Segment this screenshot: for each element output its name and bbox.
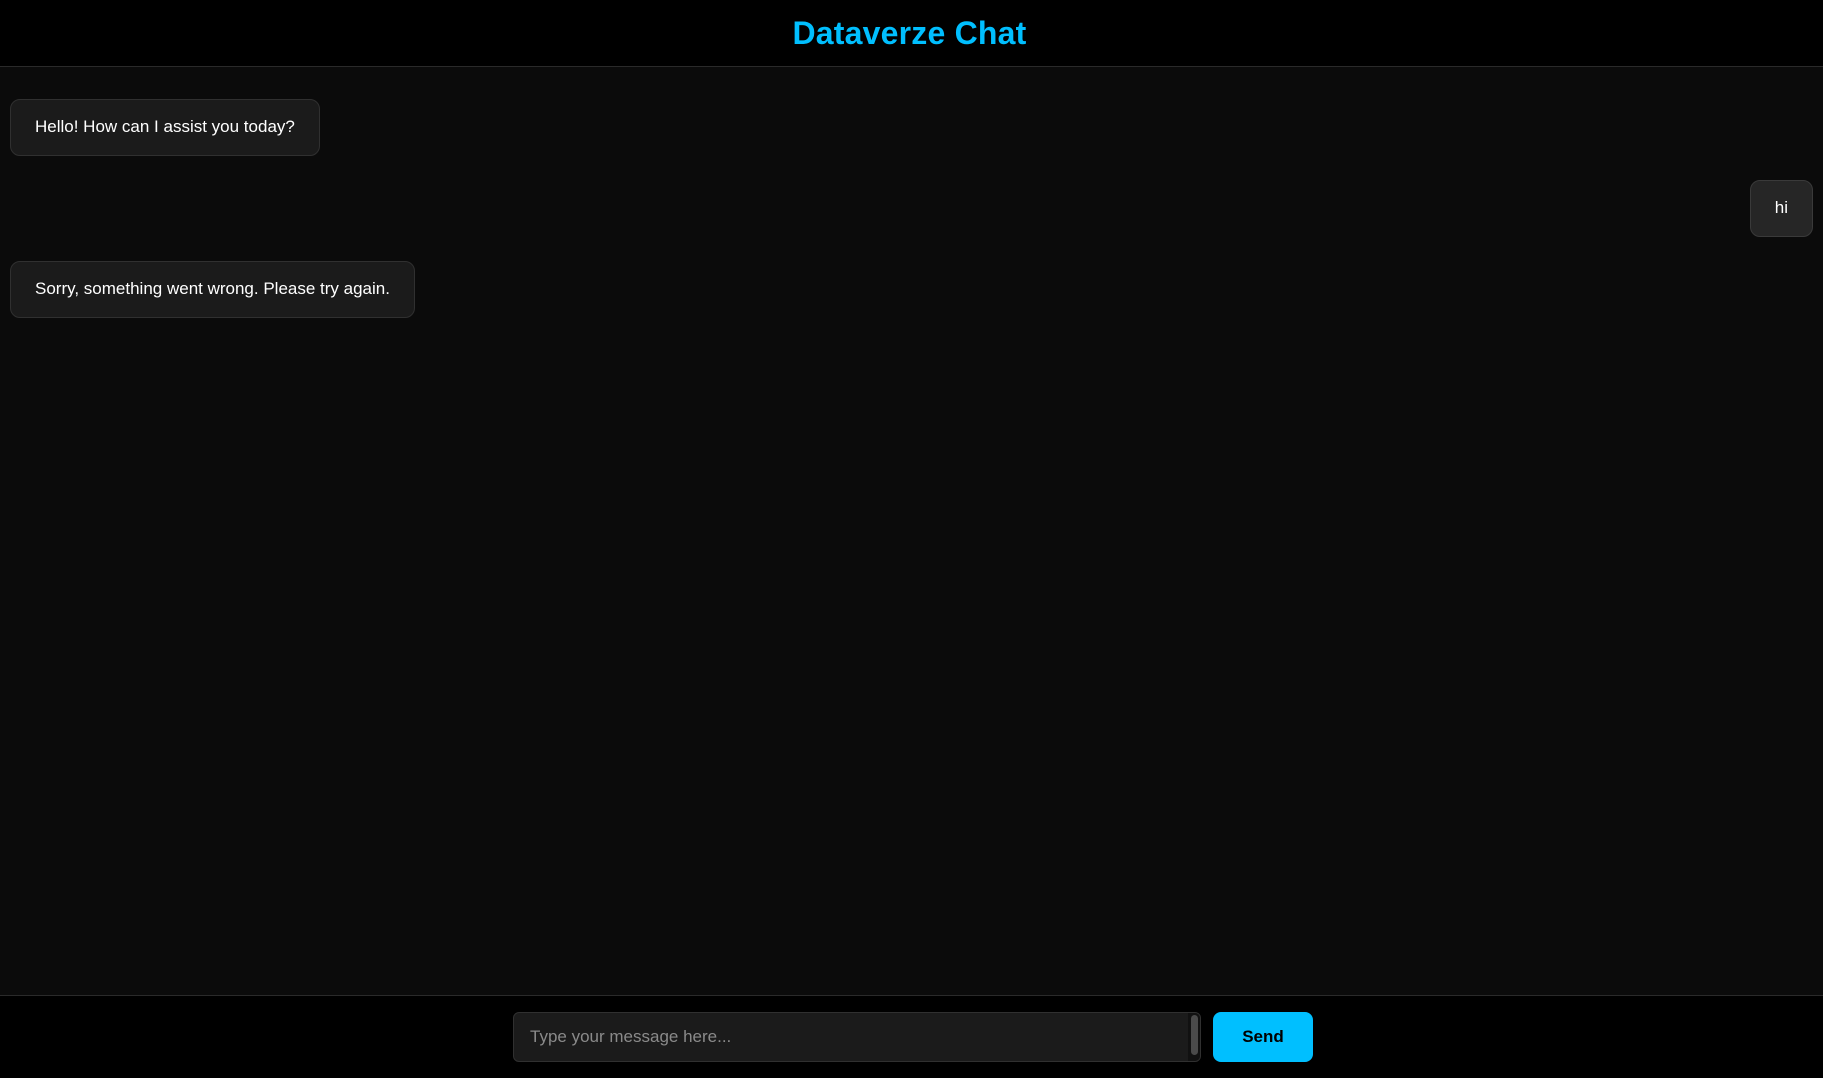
input-scrollbar-thumb[interactable] [1191, 1015, 1198, 1055]
input-scrollbar[interactable] [1188, 1013, 1200, 1061]
message-input-container [513, 1012, 1201, 1062]
message-input[interactable] [514, 1013, 1188, 1061]
message-row-user: hi [10, 180, 1813, 237]
composer-bar: Send [0, 995, 1823, 1078]
message-row-bot: Sorry, something went wrong. Please try … [10, 261, 1813, 318]
bot-message-bubble: Sorry, something went wrong. Please try … [10, 261, 415, 318]
message-list[interactable]: Hello! How can I assist you today? hi So… [0, 67, 1823, 995]
bot-message-bubble: Hello! How can I assist you today? [10, 99, 320, 156]
chat-app: Dataverze Chat Hello! How can I assist y… [0, 0, 1823, 1078]
user-message-bubble: hi [1749, 180, 1813, 237]
send-button[interactable]: Send [1213, 1012, 1313, 1062]
message-row-bot: Hello! How can I assist you today? [10, 99, 1813, 156]
chat-header: Dataverze Chat [0, 0, 1823, 67]
app-title: Dataverze Chat [792, 14, 1027, 51]
